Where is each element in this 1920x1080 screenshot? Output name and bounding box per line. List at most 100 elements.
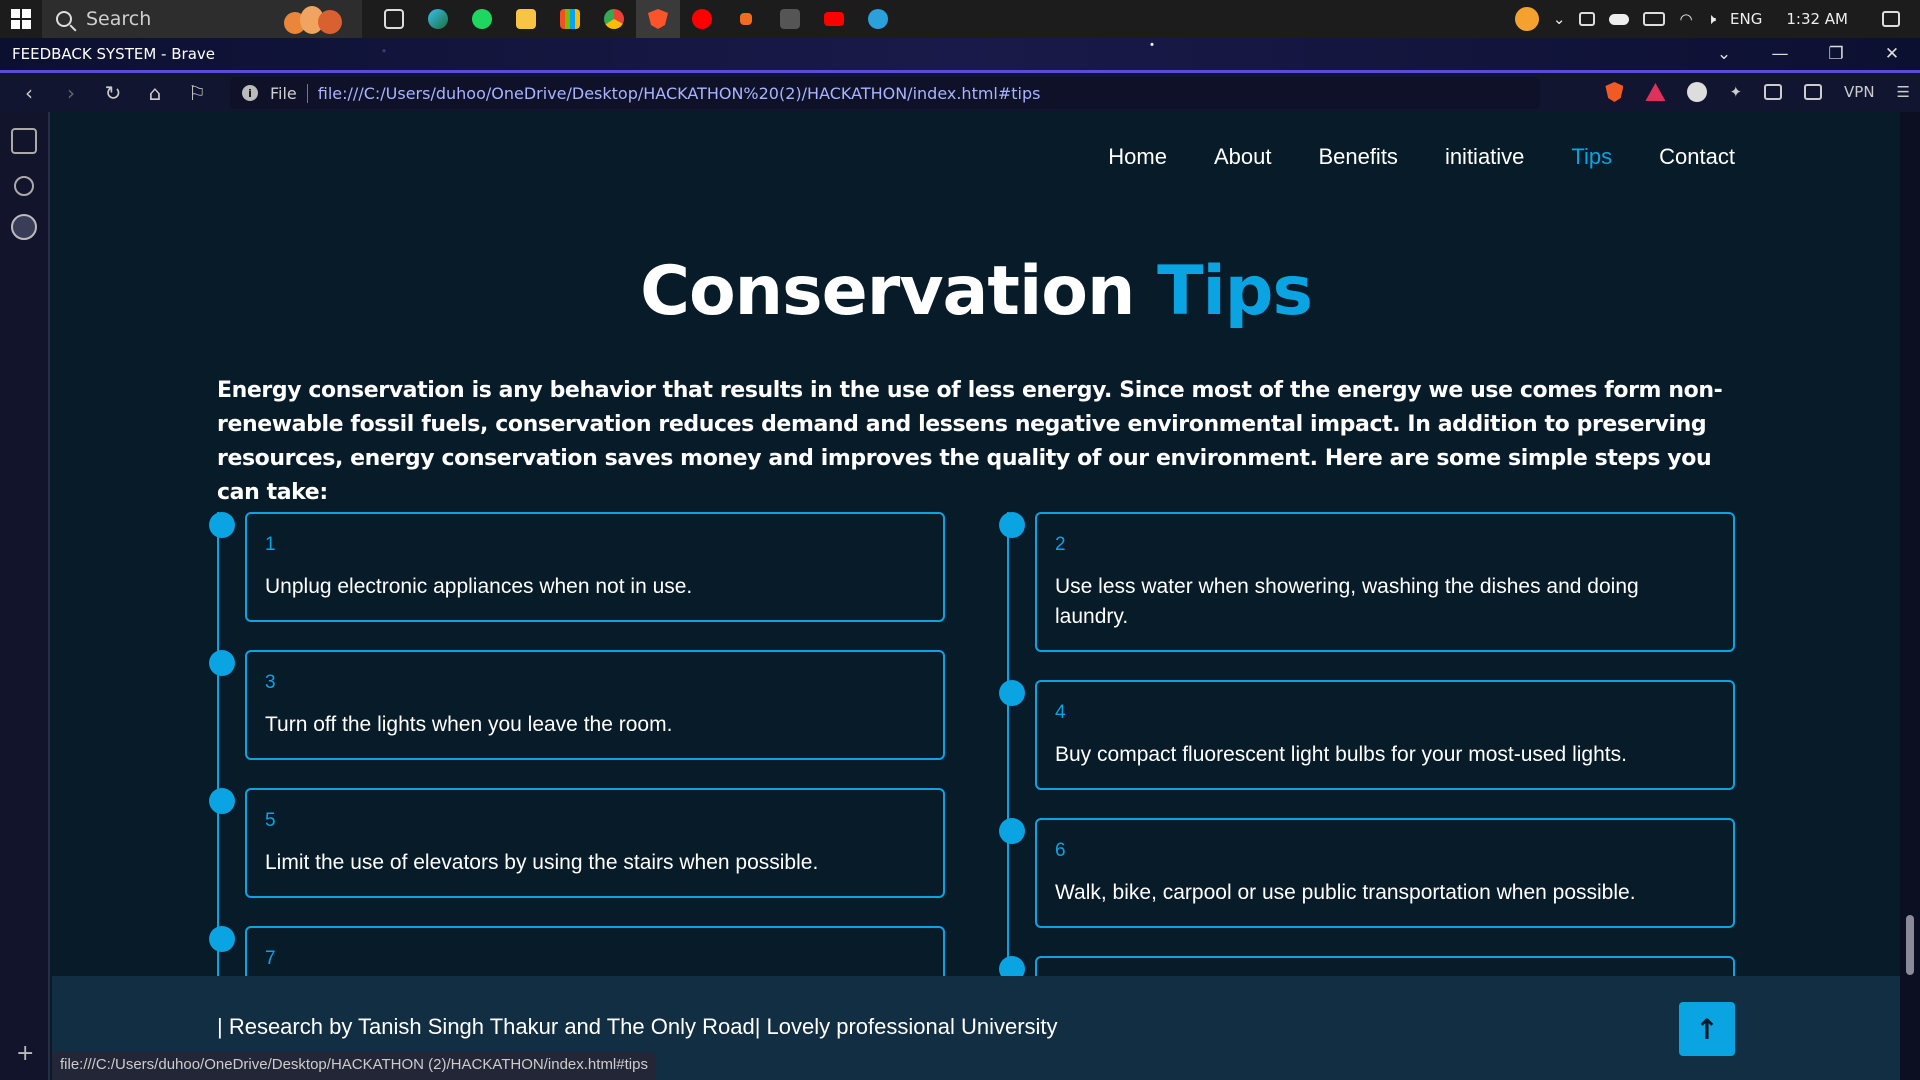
chevron-up-icon[interactable]: ⌄	[1553, 10, 1566, 28]
file-explorer-icon[interactable]	[504, 0, 548, 38]
profile-icon[interactable]	[1687, 82, 1708, 102]
tip-text: Turn off the lights when you leave the r…	[265, 713, 673, 736]
site-info-icon[interactable]: i	[242, 85, 258, 101]
tip-text: Unplug electronic appliances when not in…	[265, 575, 693, 598]
nav-tips[interactable]: Tips	[1571, 144, 1612, 170]
timeline-dot	[209, 650, 235, 676]
tip-text: Walk, bike, carpool or use public transp…	[1055, 881, 1636, 904]
volume-muted-icon[interactable]: 🕨	[1707, 10, 1716, 28]
windows-start-button[interactable]	[0, 0, 42, 38]
edge-icon[interactable]	[416, 0, 460, 38]
tip-card: 5 Limit the use of elevators by using th…	[209, 788, 945, 898]
add-sidebar-item-icon[interactable]: +	[16, 1041, 34, 1066]
tip-number: 2	[1055, 534, 1066, 555]
forward-button[interactable]: ›	[50, 74, 92, 112]
search-icon	[56, 11, 72, 27]
url-scheme-label: File	[270, 83, 308, 103]
nav-about[interactable]: About	[1214, 144, 1272, 170]
minimize-button[interactable]: —	[1752, 38, 1808, 70]
battery-icon[interactable]	[1643, 12, 1666, 26]
timeline-dot	[209, 788, 235, 814]
search-highlight-illustration	[284, 4, 354, 34]
tip-card: 4 Buy compact fluorescent light bulbs fo…	[999, 680, 1735, 790]
timeline-dot	[999, 512, 1025, 538]
tip-number: 6	[1055, 840, 1066, 861]
window-title: FEEDBACK SYSTEM - Brave	[12, 45, 215, 63]
tip-card: 6 Walk, bike, carpool or use public tran…	[999, 818, 1735, 928]
notifications-icon[interactable]	[1882, 11, 1900, 27]
spotify-icon[interactable]	[460, 0, 504, 38]
l-app-icon[interactable]	[768, 0, 812, 38]
page-title-highlight: Tips	[1157, 252, 1313, 331]
tip-text: Use less water when showering, washing t…	[1055, 575, 1639, 628]
globe-icon[interactable]	[14, 176, 34, 196]
tab-search-chevron-icon[interactable]: ⌄	[1696, 38, 1752, 70]
chrome-icon[interactable]	[592, 0, 636, 38]
wallet-icon[interactable]	[1804, 84, 1823, 100]
site-nav: Home About Benefits initiative Tips Cont…	[1108, 144, 1735, 170]
page-scrollbar[interactable]	[1900, 112, 1920, 1080]
tip-number: 5	[265, 810, 276, 831]
vpn-button[interactable]: VPN	[1844, 83, 1875, 101]
url-text[interactable]: file:///C:/Users/duhoo/OneDrive/Desktop/…	[318, 84, 1041, 103]
windows-taskbar: Search ⌄ ◠ 🕨 ENG 1:32 AM	[0, 0, 1920, 38]
youtube-music-icon[interactable]	[680, 0, 724, 38]
brave-rewards-icon[interactable]	[1645, 83, 1666, 101]
web-page: Home About Benefits initiative Tips Cont…	[52, 112, 1900, 1080]
arrow-up-icon: ↑	[1695, 1012, 1719, 1046]
tip-number: 3	[265, 672, 276, 693]
tip-card: 1 Unplug electronic appliances when not …	[209, 512, 945, 622]
nav-initiative[interactable]: initiative	[1445, 144, 1524, 170]
tip-card: 2 Use less water when showering, washing…	[999, 512, 1735, 652]
timeline-dot	[209, 926, 235, 952]
orange-app-icon[interactable]	[724, 0, 768, 38]
address-bar[interactable]: i File file:///C:/Users/duhoo/OneDrive/D…	[230, 77, 1540, 109]
weather-icon[interactable]	[1514, 7, 1539, 31]
timeline-dot	[999, 818, 1025, 844]
timeline-dot	[209, 512, 235, 538]
tip-number: 4	[1055, 702, 1066, 723]
browser-title-bar: FEEDBACK SYSTEM - Brave ⌄ — ❐ ✕	[0, 38, 1920, 70]
back-button[interactable]: ‹	[8, 74, 50, 112]
nav-benefits[interactable]: Benefits	[1318, 144, 1398, 170]
extensions-icon[interactable]: ✦	[1729, 83, 1742, 101]
tip-number: 7	[265, 948, 276, 969]
brave-shields-icon[interactable]	[1605, 82, 1624, 102]
tip-card: 3 Turn off the lights when you leave the…	[209, 650, 945, 760]
nav-contact[interactable]: Contact	[1659, 144, 1735, 170]
taskbar-search-box[interactable]: Search	[42, 0, 362, 38]
store-icon[interactable]	[548, 0, 592, 38]
footer-credit: | Research by Tanish Singh Thakur and Th…	[217, 1014, 1058, 1039]
language-indicator[interactable]: ENG	[1730, 10, 1762, 28]
globe-active-icon[interactable]	[11, 214, 37, 240]
onedrive-icon[interactable]	[1609, 13, 1630, 25]
timeline-dot	[999, 680, 1025, 706]
scrollbar-thumb[interactable]	[1906, 915, 1914, 975]
intro-paragraph: Energy conservation is any behavior that…	[217, 378, 1723, 505]
page-title-main: Conservation	[640, 252, 1135, 331]
sidebar-panel-icon[interactable]	[11, 128, 37, 154]
browser-toolbar: ‹ › ↻ ⌂ ⚐ i File file:///C:/Users/duhoo/…	[0, 70, 1920, 112]
menu-icon[interactable]: ☰	[1897, 83, 1910, 101]
timeline-line	[1007, 512, 1009, 1012]
system-tray: ⌄ ◠ 🕨 ENG 1:32 AM	[1514, 0, 1920, 38]
page-title: Conservation Tips	[52, 252, 1900, 331]
reload-button[interactable]: ↻	[92, 74, 134, 112]
task-view-icon[interactable]	[372, 0, 416, 38]
meet-now-icon[interactable]	[1579, 12, 1596, 26]
nav-home[interactable]: Home	[1108, 144, 1167, 170]
home-button[interactable]: ⌂	[134, 74, 176, 112]
taskbar-search-label: Search	[86, 8, 152, 30]
tip-text: Limit the use of elevators by using the …	[265, 851, 819, 874]
bookmark-button[interactable]: ⚐	[176, 74, 218, 112]
status-bar-link-preview: file:///C:/Users/duhoo/OneDrive/Desktop/…	[52, 1052, 656, 1080]
brave-icon[interactable]	[636, 0, 680, 38]
telegram-icon[interactable]	[856, 0, 900, 38]
back-to-top-button[interactable]: ↑	[1679, 1002, 1735, 1056]
clock[interactable]: 1:32 AM	[1786, 10, 1848, 28]
restore-button[interactable]: ❐	[1808, 38, 1864, 70]
close-button[interactable]: ✕	[1864, 38, 1920, 70]
wifi-icon[interactable]: ◠	[1679, 10, 1692, 28]
sidebar-toggle-icon[interactable]	[1764, 84, 1783, 100]
youtube-icon[interactable]	[812, 0, 856, 38]
